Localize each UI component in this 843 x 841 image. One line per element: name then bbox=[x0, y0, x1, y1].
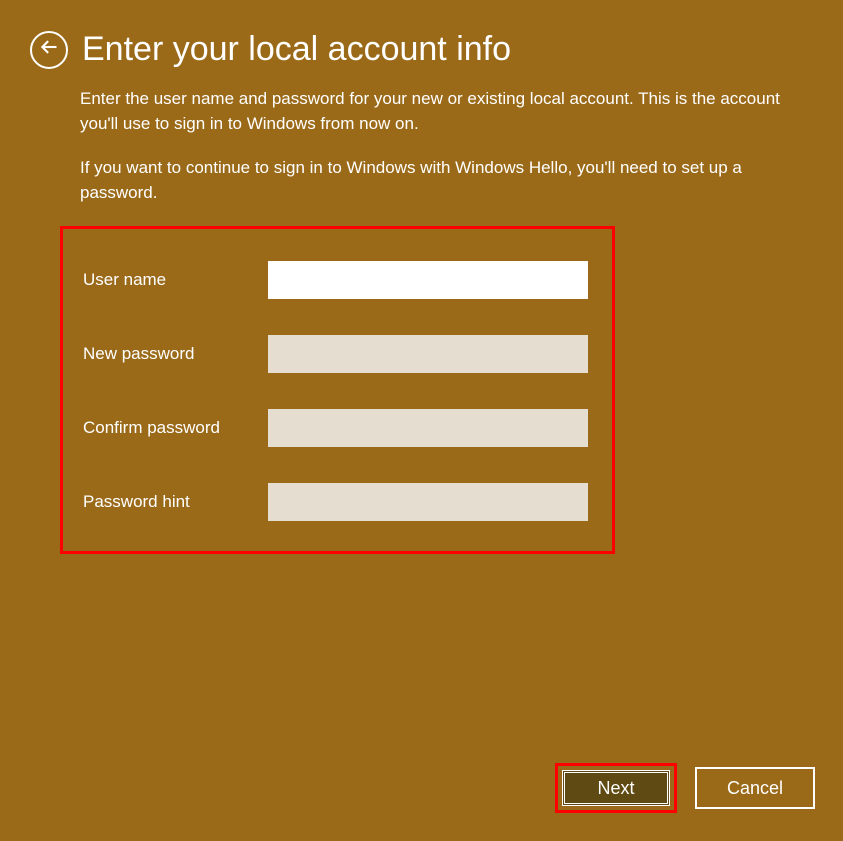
username-input[interactable] bbox=[268, 261, 588, 299]
cancel-button[interactable]: Cancel bbox=[695, 767, 815, 809]
page-title: Enter your local account info bbox=[82, 30, 511, 69]
form-row-new-password: New password bbox=[83, 335, 592, 373]
form-row-confirm-password: Confirm password bbox=[83, 409, 592, 447]
confirm-password-input[interactable] bbox=[268, 409, 588, 447]
new-password-input[interactable] bbox=[268, 335, 588, 373]
description-paragraph-2: If you want to continue to sign in to Wi… bbox=[80, 156, 783, 205]
description-block: Enter the user name and password for you… bbox=[0, 69, 843, 206]
header: Enter your local account info bbox=[0, 0, 843, 69]
form-row-password-hint: Password hint bbox=[83, 483, 592, 521]
form-row-username: User name bbox=[83, 261, 592, 299]
back-arrow-icon bbox=[39, 37, 59, 62]
next-button[interactable]: Next bbox=[562, 770, 670, 806]
form-highlight-box: User name New password Confirm password … bbox=[60, 226, 615, 554]
description-paragraph-1: Enter the user name and password for you… bbox=[80, 87, 783, 136]
username-label: User name bbox=[83, 270, 268, 290]
next-button-highlight: Next bbox=[555, 763, 677, 813]
password-hint-label: Password hint bbox=[83, 492, 268, 512]
confirm-password-label: Confirm password bbox=[83, 418, 268, 438]
new-password-label: New password bbox=[83, 344, 268, 364]
back-button[interactable] bbox=[30, 31, 68, 69]
password-hint-input[interactable] bbox=[268, 483, 588, 521]
footer-buttons: Next Cancel bbox=[555, 763, 815, 813]
